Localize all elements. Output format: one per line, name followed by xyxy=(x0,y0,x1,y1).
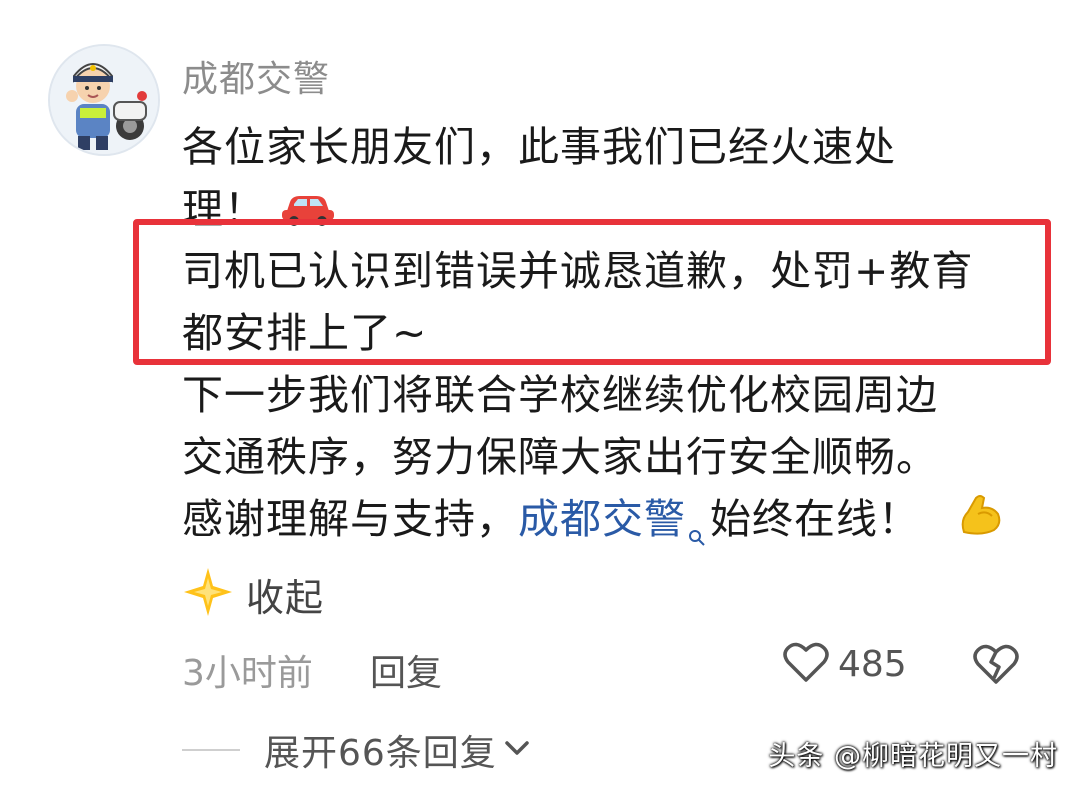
comment-line-7-suffix: 始终在线！ xyxy=(710,495,920,543)
comment-meta-row: 3小时前 回复 485 xyxy=(182,638,1032,694)
broken-heart-icon xyxy=(973,644,1019,684)
flexed-biceps-emoji-icon xyxy=(956,490,1004,555)
mention-link[interactable]: 成都交警 xyxy=(518,495,686,543)
divider xyxy=(182,749,240,751)
chevron-down-icon xyxy=(503,738,531,762)
comment-timestamp: 3小时前 xyxy=(182,653,313,694)
heart-icon xyxy=(782,640,830,688)
like-count: 485 xyxy=(838,643,907,685)
collapse-button[interactable]: 收起 xyxy=(246,567,324,622)
comment-line-7: 感谢理解与支持，成都交警 始终在线！ xyxy=(182,488,1042,550)
user-avatar[interactable] xyxy=(48,44,160,156)
expand-replies-row[interactable]: 展开66条回复 xyxy=(182,724,531,776)
search-icon xyxy=(688,502,706,564)
comment-line-1: 各位家长朋友们，此事我们已经火速处 xyxy=(182,123,896,171)
comment-line-6: 交通秩序，努力保障大家出行安全顺畅。 xyxy=(182,433,938,481)
police-cartoon-avatar-icon xyxy=(50,46,158,154)
comment-line-7-prefix: 感谢理解与支持， xyxy=(182,495,518,543)
reply-button[interactable]: 回复 xyxy=(370,644,442,696)
expand-replies-button[interactable]: 展开66条回复 xyxy=(264,724,497,776)
watermark: 头条 @柳暗花明又一村 xyxy=(768,741,1058,772)
collapse-row[interactable]: 收起 xyxy=(182,566,324,622)
comment-username[interactable]: 成都交警 xyxy=(182,50,330,102)
dislike-button[interactable] xyxy=(972,642,1020,690)
sparkle-star-icon xyxy=(182,566,234,622)
comment-line-5: 下一步我们将联合学校继续优化校园周边 xyxy=(182,371,938,419)
highlight-annotation-box xyxy=(133,219,1051,365)
like-button[interactable]: 485 xyxy=(782,640,907,688)
